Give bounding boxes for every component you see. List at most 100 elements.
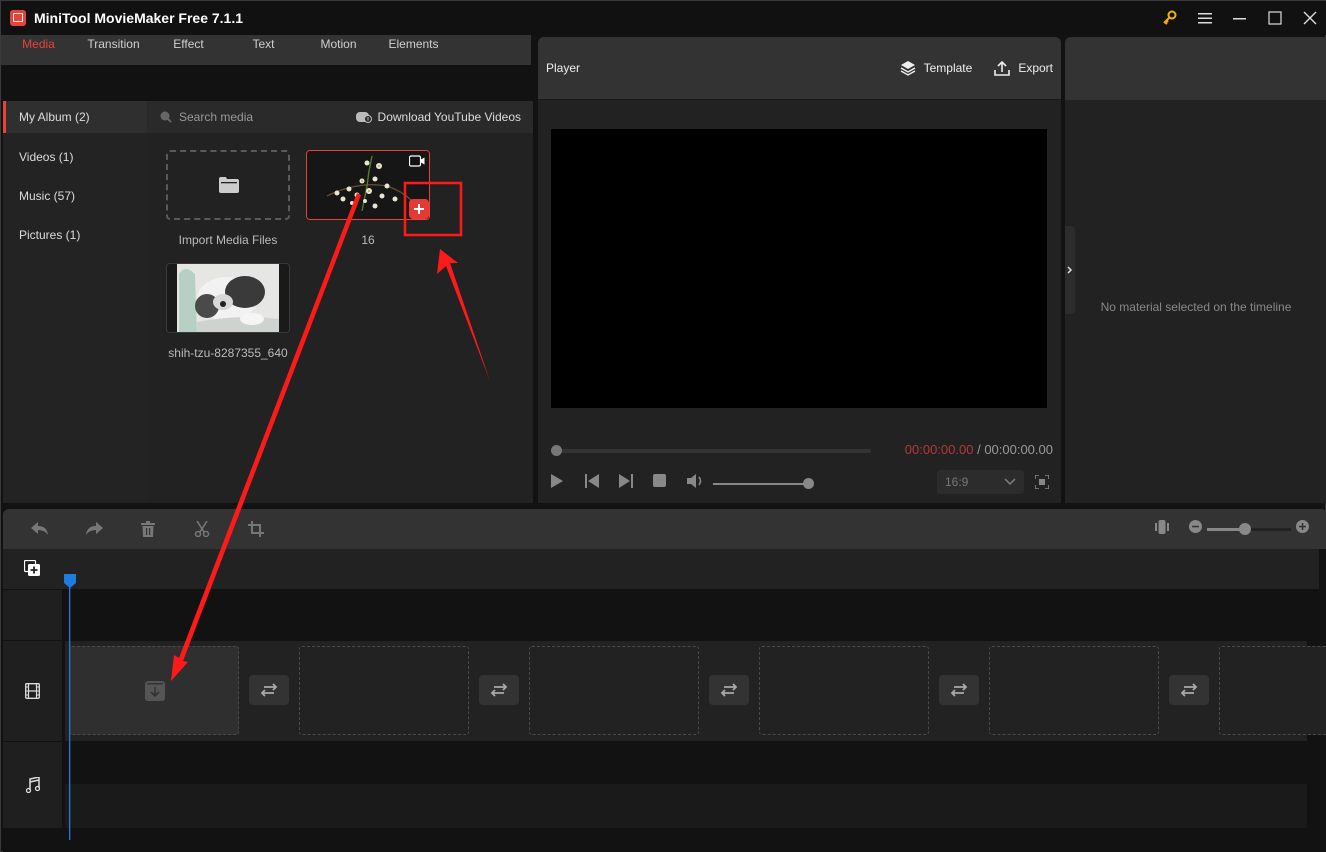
previous-frame-button[interactable] — [585, 474, 619, 493]
aspect-ratio-value: 16:9 — [945, 475, 969, 489]
timeline-drop-slot[interactable] — [529, 646, 699, 735]
volume-slider[interactable] — [713, 477, 814, 489]
video-camera-icon — [408, 154, 425, 172]
zoom-handle[interactable] — [1238, 522, 1251, 535]
transition-slot-button[interactable] — [709, 675, 749, 705]
tab-transition-label: Transition — [87, 37, 140, 51]
tab-text-label: Text — [252, 37, 275, 51]
import-media-button[interactable] — [166, 150, 290, 220]
undo-button[interactable] — [13, 522, 67, 536]
sidebar-item-label: Music (57) — [19, 188, 76, 203]
scissors-icon — [194, 521, 210, 537]
redo-icon — [86, 522, 103, 535]
properties-panel: No material selected on the timeline — [1065, 37, 1326, 503]
video-preview — [551, 129, 1047, 408]
zoom-in-button[interactable] — [1296, 520, 1309, 538]
play-button[interactable] — [551, 474, 585, 493]
youtube-download-icon — [355, 112, 372, 123]
stop-icon — [653, 474, 666, 487]
add-track-button[interactable] — [23, 559, 41, 582]
playback-progress-slider[interactable] — [551, 445, 871, 456]
tab-elements-label: Elements — [388, 37, 439, 51]
swap-icon — [720, 683, 738, 697]
playhead[interactable] — [63, 574, 77, 845]
minimize-icon[interactable] — [1222, 1, 1257, 35]
maximize-icon[interactable] — [1257, 1, 1292, 35]
progress-handle[interactable] — [551, 445, 562, 456]
key-icon[interactable] — [1152, 1, 1187, 35]
fit-zoom-icon — [1155, 519, 1169, 534]
export-icon — [994, 60, 1011, 76]
skip-forward-icon — [619, 474, 633, 488]
fullscreen-button[interactable] — [1034, 474, 1050, 494]
aspect-ratio-select[interactable]: 16:9 — [937, 470, 1024, 494]
volume-icon — [687, 474, 702, 488]
media-item-label: 16 — [361, 233, 375, 247]
stop-button[interactable] — [653, 474, 687, 493]
app-title: MiniTool MovieMaker Free 7.1.1 — [34, 10, 244, 26]
sidebar-item-label: Videos (1) — [19, 149, 74, 164]
timeline-ruler[interactable] — [3, 549, 1319, 589]
export-label: Export — [1018, 61, 1053, 75]
template-button[interactable]: Template — [900, 60, 973, 76]
swap-icon — [260, 683, 278, 697]
sidebar-item-pictures[interactable]: Pictures (1) — [3, 215, 147, 254]
delete-button[interactable] — [121, 521, 175, 537]
chevron-down-icon — [1004, 478, 1016, 486]
video-track-header — [3, 641, 62, 741]
crop-button[interactable] — [229, 521, 283, 537]
export-button[interactable]: Export — [994, 60, 1053, 76]
search-icon — [160, 111, 172, 123]
audio-track-header — [3, 742, 62, 828]
transition-slot-button[interactable] — [479, 675, 519, 705]
template-label: Template — [923, 61, 973, 75]
timeline-drop-slot[interactable] — [299, 646, 469, 735]
swap-icon — [490, 683, 508, 697]
chevron-right-icon — [1067, 266, 1073, 274]
timeline-zoom-slider[interactable] — [1207, 522, 1291, 535]
fit-timeline-button[interactable] — [1155, 519, 1169, 539]
media-item-image[interactable] — [166, 263, 290, 333]
close-icon[interactable] — [1292, 1, 1326, 35]
next-frame-button[interactable] — [619, 474, 653, 493]
transition-slot-button[interactable] — [939, 675, 979, 705]
sidebar-item-my-album[interactable]: My Album (2) — [3, 101, 147, 133]
undo-icon — [31, 522, 48, 535]
timeline-toolbar — [3, 509, 1326, 549]
split-button[interactable] — [175, 521, 229, 537]
film-icon — [25, 683, 40, 699]
player-title: Player — [546, 61, 581, 75]
swap-icon — [950, 683, 968, 697]
app-window: MiniTool MovieMaker Free 7.1.1 Media Tra… — [0, 0, 1326, 852]
timeline-drop-slot[interactable] — [759, 646, 929, 735]
zoom-out-button[interactable] — [1189, 520, 1202, 538]
add-track-icon — [23, 559, 40, 576]
volume-handle[interactable] — [803, 477, 814, 489]
fullscreen-icon — [1034, 474, 1050, 490]
add-to-timeline-button[interactable] — [409, 199, 429, 219]
download-youtube-button[interactable]: Download YouTube Videos — [355, 110, 521, 124]
tab-media-label: Media — [22, 37, 55, 51]
crop-icon — [248, 521, 264, 537]
timeline-drop-slot[interactable] — [1219, 646, 1326, 735]
audio-track[interactable] — [65, 784, 1307, 828]
plus-icon — [414, 204, 424, 214]
sidebar-item-label: My Album (2) — [19, 110, 90, 124]
time-separator: / — [973, 442, 985, 457]
sidebar-item-videos[interactable]: Videos (1) — [3, 137, 147, 176]
current-time: 00:00:00.00 — [904, 442, 974, 457]
volume-button[interactable] — [687, 474, 713, 493]
timeline-drop-slot[interactable] — [989, 646, 1159, 735]
transition-slot-button[interactable] — [249, 675, 289, 705]
total-time: 00:00:00.00 — [984, 442, 1053, 457]
app-logo-icon — [10, 10, 26, 26]
sidebar-item-label: Pictures (1) — [19, 227, 81, 242]
search-media-input[interactable]: Search media — [159, 110, 253, 124]
redo-button[interactable] — [67, 522, 121, 536]
menu-icon[interactable] — [1187, 1, 1222, 35]
timeline-drop-slot-active[interactable] — [69, 646, 239, 735]
sidebar-item-music[interactable]: Music (57) — [3, 176, 147, 215]
album-sidebar: My Album (2) Videos (1) Music (57) Pictu… — [3, 101, 147, 503]
title-bar: MiniTool MovieMaker Free 7.1.1 — [1, 1, 1326, 35]
transition-slot-button[interactable] — [1169, 675, 1209, 705]
